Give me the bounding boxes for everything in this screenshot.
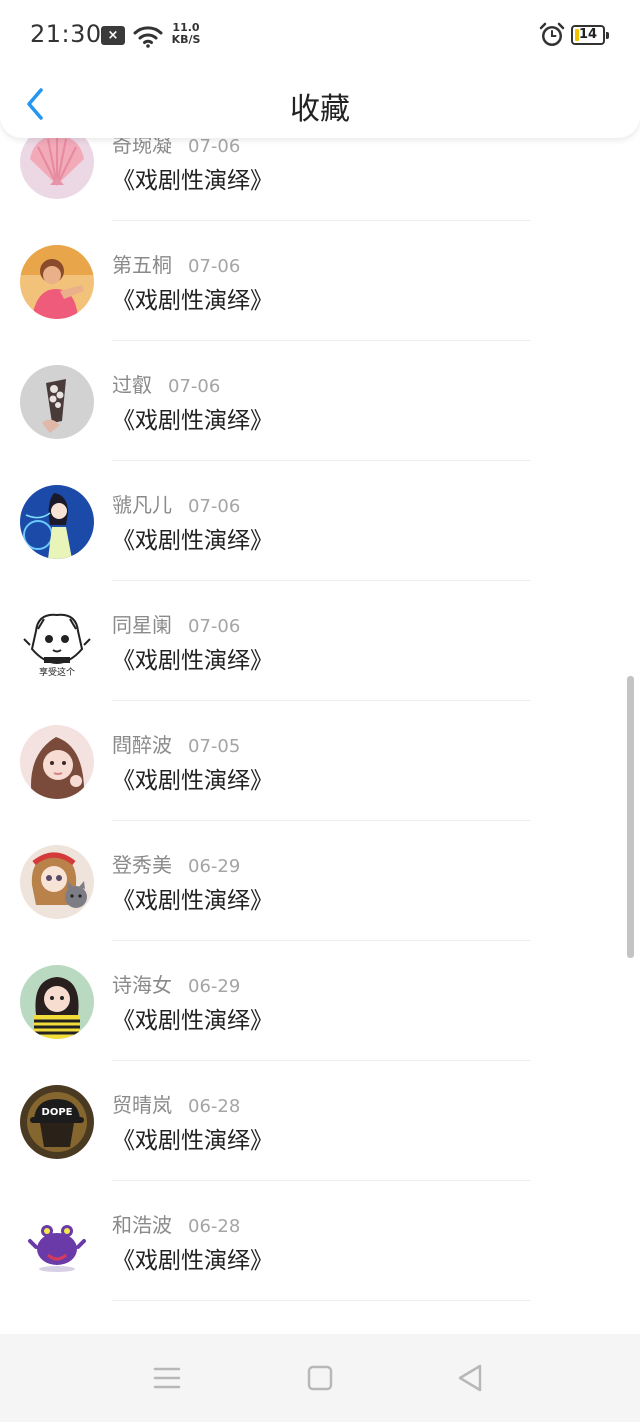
item-meta: 过叡 07-06 [112, 369, 220, 398]
list-item[interactable]: 虢凡儿 07-06 《戏剧性演绎》 [0, 461, 640, 581]
net-speed-unit: KB/S [171, 33, 201, 46]
item-title: 《戏剧性演绎》 [112, 648, 273, 674]
item-date: 07-06 [188, 616, 241, 637]
item-title: 《戏剧性演绎》 [112, 1128, 273, 1154]
wifi-icon [133, 26, 163, 48]
item-title: 《戏剧性演绎》 [112, 888, 273, 914]
item-title: 《戏剧性演绎》 [112, 408, 273, 434]
battery-level: 14 [578, 27, 598, 42]
list-item[interactable]: 和浩波 06-28 《戏剧性演绎》 [0, 1181, 640, 1301]
author-name: 登秀美 [112, 853, 172, 877]
item-date: 06-29 [188, 976, 241, 997]
author-name: 诗海女 [112, 973, 172, 997]
item-meta: 贸晴岚 06-28 [112, 1089, 240, 1118]
author-name: 和浩波 [112, 1213, 172, 1237]
avatar [20, 485, 94, 559]
item-date: 06-28 [188, 1216, 241, 1237]
item-date: 06-29 [188, 856, 241, 877]
item-date: 07-06 [188, 496, 241, 517]
item-title: 《戏剧性演绎》 [112, 168, 273, 194]
list-item[interactable]: 奇琬凝 07-06 《戏剧性演绎》 [0, 138, 640, 221]
author-name: 虢凡儿 [112, 493, 172, 517]
item-meta: 奇琬凝 07-06 [112, 138, 240, 158]
header: 收藏 [0, 70, 640, 138]
item-title: 《戏剧性演绎》 [112, 1008, 273, 1034]
avatar [20, 138, 94, 199]
favorites-list[interactable]: 奇琬凝 07-06 《戏剧性演绎》 第五桐 07-06 《戏剧性演绎》 过叡 07-06 《戏剧… [0, 138, 640, 1334]
list-item[interactable]: 享受这个 同星阑 07-06 《戏剧性演绎》 [0, 581, 640, 701]
close-notification-icon: × [101, 26, 125, 45]
item-meta: 第五桐 07-06 [112, 249, 240, 278]
author-name: 奇琬凝 [112, 138, 172, 157]
item-date: 06-28 [188, 1096, 241, 1117]
back-triangle-icon[interactable] [454, 1362, 490, 1394]
avatar [20, 1205, 94, 1279]
top-card: 21:30 × 11.0 KB/S 14 收藏 [0, 0, 640, 138]
avatar [20, 845, 94, 919]
page-title: 收藏 [290, 92, 350, 127]
status-time: 21:30 [30, 20, 102, 48]
author-name: 閰醉波 [112, 733, 172, 757]
item-meta: 登秀美 06-29 [112, 849, 240, 878]
item-title: 《戏剧性演绎》 [112, 1248, 273, 1274]
list-item[interactable]: 过叡 07-06 《戏剧性演绎》 [0, 341, 640, 461]
menu-icon[interactable] [149, 1362, 185, 1394]
item-title: 《戏剧性演绎》 [112, 528, 273, 554]
item-meta: 閰醉波 07-05 [112, 729, 240, 758]
item-date: 07-06 [188, 138, 241, 157]
item-meta: 虢凡儿 07-06 [112, 489, 240, 518]
battery-icon: 14 [571, 25, 609, 45]
author-name: 同星阑 [112, 613, 172, 637]
home-square-icon[interactable] [302, 1362, 338, 1394]
divider [112, 1300, 530, 1301]
item-date: 07-06 [168, 376, 221, 397]
item-meta: 诗海女 06-29 [112, 969, 240, 998]
avatar [20, 245, 94, 319]
net-speed: 11.0 KB/S [169, 22, 203, 46]
alarm-clock-icon [539, 22, 565, 46]
item-title: 《戏剧性演绎》 [112, 288, 273, 314]
avatar: 享受这个 [20, 605, 94, 679]
item-date: 07-05 [188, 736, 241, 757]
favorites-list-inner: 奇琬凝 07-06 《戏剧性演绎》 第五桐 07-06 《戏剧性演绎》 过叡 07-06 《戏剧… [0, 138, 640, 1301]
author-name: 第五桐 [112, 253, 172, 277]
avatar: DOPE [20, 1085, 94, 1159]
favorites-screen: 21:30 × 11.0 KB/S 14 收藏 奇琬凝 07-06 《戏剧性演绎… [0, 0, 640, 1422]
avatar [20, 365, 94, 439]
list-item[interactable]: 诗海女 06-29 《戏剧性演绎》 [0, 941, 640, 1061]
item-date: 07-06 [188, 256, 241, 277]
scrollbar[interactable] [627, 676, 634, 958]
item-meta: 和浩波 06-28 [112, 1209, 240, 1238]
list-item[interactable]: 第五桐 07-06 《戏剧性演绎》 [0, 221, 640, 341]
avatar [20, 725, 94, 799]
author-name: 贸晴岚 [112, 1093, 172, 1117]
status-bar: 21:30 × 11.0 KB/S 14 [0, 0, 640, 70]
system-nav-bar [0, 1334, 640, 1422]
author-name: 过叡 [112, 373, 152, 397]
list-item[interactable]: DOPE 贸晴岚 06-28 《戏剧性演绎》 [0, 1061, 640, 1181]
item-title: 《戏剧性演绎》 [112, 768, 273, 794]
avatar-cap-text: DOPE [42, 1107, 73, 1118]
list-item[interactable]: 登秀美 06-29 《戏剧性演绎》 [0, 821, 640, 941]
avatar [20, 965, 94, 1039]
list-item[interactable]: 閰醉波 07-05 《戏剧性演绎》 [0, 701, 640, 821]
avatar-caption: 享受这个 [39, 666, 75, 678]
item-meta: 同星阑 07-06 [112, 609, 240, 638]
